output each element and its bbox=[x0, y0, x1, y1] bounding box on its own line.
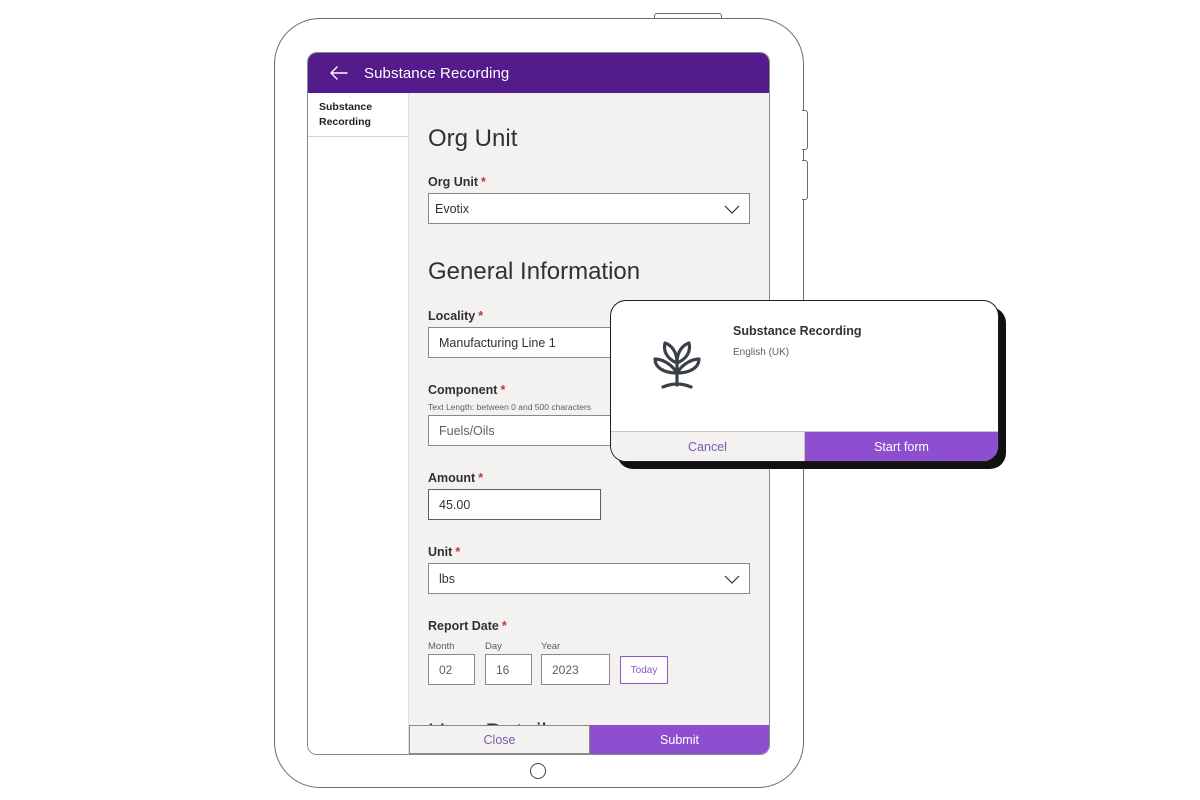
year-value: 2023 bbox=[552, 662, 579, 677]
dialog-actions: Cancel Start form bbox=[611, 431, 998, 461]
unit-label-text: Unit bbox=[428, 545, 453, 559]
app-header: Substance Recording bbox=[308, 53, 769, 93]
org-unit-label-text: Org Unit bbox=[428, 175, 478, 189]
component-label: Component * bbox=[428, 383, 505, 397]
amount-input[interactable]: 45.00 bbox=[428, 489, 601, 520]
arrow-left-icon[interactable] bbox=[330, 63, 350, 83]
report-date-label: Report Date * bbox=[428, 619, 507, 633]
start-form-dialog: Substance Recording English (UK) Cancel … bbox=[610, 300, 999, 462]
component-label-text: Component bbox=[428, 383, 498, 397]
locality-label-text: Locality bbox=[428, 309, 476, 323]
required-marker: * bbox=[478, 309, 484, 323]
month-value: 02 bbox=[439, 662, 453, 677]
day-label: Day bbox=[485, 641, 502, 652]
year-label: Year bbox=[541, 641, 561, 652]
cancel-button[interactable]: Cancel bbox=[611, 432, 805, 461]
component-hint: Text Length: between 0 and 500 character… bbox=[428, 402, 592, 412]
required-marker: * bbox=[501, 619, 507, 633]
org-unit-label: Org Unit * bbox=[428, 175, 486, 189]
locality-label: Locality * bbox=[428, 309, 483, 323]
tablet-home-button bbox=[530, 763, 546, 779]
amount-label: Amount * bbox=[428, 471, 483, 485]
locality-value: Manufacturing Line 1 bbox=[439, 335, 556, 350]
amount-value: 45.00 bbox=[439, 497, 471, 512]
component-value: Fuels/Oils bbox=[439, 423, 495, 438]
required-marker: * bbox=[455, 545, 461, 559]
nav-panel: Substance Recording bbox=[308, 93, 409, 754]
app-title: Substance Recording bbox=[364, 64, 510, 82]
unit-label: Unit * bbox=[428, 545, 460, 559]
plant-sprout-icon bbox=[653, 341, 701, 389]
section-title-general-information: General Information bbox=[428, 258, 641, 285]
chevron-down-icon bbox=[724, 575, 740, 584]
unit-value: lbs bbox=[439, 571, 455, 586]
org-unit-select[interactable]: Evotix bbox=[428, 193, 750, 224]
day-value: 16 bbox=[496, 662, 510, 677]
section-title-org-unit: Org Unit bbox=[428, 125, 518, 152]
day-input[interactable]: 16 bbox=[485, 654, 532, 685]
today-button[interactable]: Today bbox=[620, 656, 668, 684]
unit-select[interactable]: lbs bbox=[428, 563, 750, 594]
tablet-volume-down-button bbox=[802, 160, 808, 200]
org-unit-value: Evotix bbox=[435, 201, 470, 216]
dialog-language: English (UK) bbox=[733, 347, 790, 358]
amount-label-text: Amount bbox=[428, 471, 476, 485]
form-footer: Close Submit bbox=[409, 725, 769, 754]
chevron-down-icon bbox=[724, 205, 740, 214]
dialog-title: Substance Recording bbox=[733, 324, 862, 338]
close-button[interactable]: Close bbox=[409, 725, 590, 754]
month-input[interactable]: 02 bbox=[428, 654, 475, 685]
required-marker: * bbox=[481, 175, 486, 189]
report-date-label-text: Report Date bbox=[428, 619, 499, 633]
tablet-volume-up-button bbox=[802, 110, 808, 150]
submit-button[interactable]: Submit bbox=[590, 725, 769, 754]
nav-item-substance-recording[interactable]: Substance Recording bbox=[308, 93, 408, 137]
start-form-button[interactable]: Start form bbox=[805, 432, 998, 461]
month-label: Month bbox=[428, 641, 455, 652]
required-marker: * bbox=[500, 383, 506, 397]
required-marker: * bbox=[478, 471, 484, 485]
year-input[interactable]: 2023 bbox=[541, 654, 610, 685]
